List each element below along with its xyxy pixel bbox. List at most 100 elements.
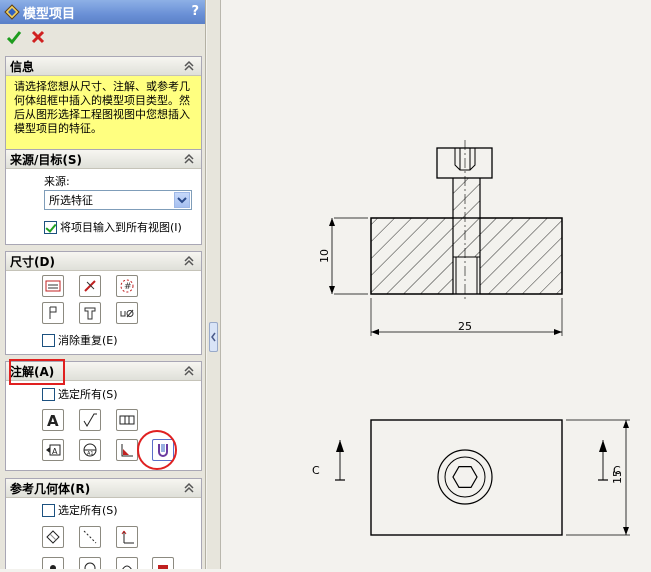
svg-text:A: A <box>52 447 58 456</box>
dimensions-section: 尺寸(D) # 消除重复(E) <box>5 251 202 355</box>
tolerance-icon <box>49 306 57 319</box>
point-button[interactable] <box>79 557 101 569</box>
marked-for-drawing-button[interactable] <box>42 275 64 297</box>
dimensions-section-title: 尺寸(D) <box>10 254 55 269</box>
curve-button[interactable] <box>116 557 138 569</box>
collapse-chevron-icon[interactable] <box>182 364 196 378</box>
annotations-section-header[interactable]: 注解(A) <box>6 362 201 381</box>
cosmetic-thread-icon <box>158 444 168 457</box>
remove-duplicates-label: 消除重复(E) <box>58 334 118 347</box>
hole-wizard-profile-button[interactable] <box>79 302 101 324</box>
source-dropdown-value: 所选特征 <box>49 194 93 207</box>
annotations-section-title: 注解(A) <box>10 364 55 379</box>
reference-plane-button[interactable] <box>42 526 64 548</box>
source-label: 来源: <box>44 175 70 188</box>
cosmetic-thread-button[interactable] <box>152 439 174 461</box>
axis-icon <box>83 530 97 544</box>
section-view[interactable] <box>370 140 563 300</box>
reference-select-all-label: 选定所有(S) <box>58 504 118 517</box>
source-section-title: 来源/目标(S) <box>10 152 82 167</box>
hole-callout-button[interactable] <box>116 302 138 324</box>
reference-section-header[interactable]: 参考几何体(R) <box>6 479 201 498</box>
splitter-handle[interactable] <box>209 322 218 352</box>
hole-callout-icon <box>120 309 134 318</box>
source-section-header[interactable]: 来源/目标(S) <box>6 150 201 169</box>
collapse-chevron-icon[interactable] <box>182 254 196 268</box>
curve-icon <box>122 565 132 569</box>
reference-axis-button[interactable] <box>79 526 101 548</box>
collapse-chevron-icon[interactable] <box>182 152 196 166</box>
note-a-icon: A <box>47 412 59 428</box>
info-text: 请选择您想从尺寸、注解、或参考几何体组框中插入的模型项目类型。然后从图形选择工程… <box>6 76 201 153</box>
info-section-title: 信息 <box>10 59 35 74</box>
geometric-tolerance-button[interactable] <box>116 409 138 431</box>
panel-splitter[interactable] <box>207 0 221 569</box>
coordinate-system-button[interactable] <box>116 526 138 548</box>
info-section: 信息 请选择您想从尺寸、注解、或参考几何体组框中插入的模型项目类型。然后从图形选… <box>5 56 202 155</box>
datum-feature-icon: A <box>46 444 61 456</box>
dimension-side-label: 15 <box>611 470 624 484</box>
note-button[interactable]: A <box>42 409 64 431</box>
svg-text:A1: A1 <box>87 451 94 457</box>
dimension-height-label: 10 <box>318 249 331 263</box>
instance-count-icon: # <box>120 279 134 293</box>
collapse-chevron-icon[interactable] <box>182 59 196 73</box>
remove-duplicates-checkbox[interactable] <box>42 333 55 347</box>
panel-title: 模型项目 <box>23 6 76 22</box>
ok-cancel-bar <box>0 24 205 50</box>
not-marked-button[interactable] <box>79 275 101 297</box>
point-icon <box>84 562 96 569</box>
annotations-select-all-option[interactable]: 选定所有(S) <box>42 386 118 402</box>
import-all-views-label: 将项目输入到所有视图(I) <box>60 221 182 234</box>
surface-finish-button[interactable] <box>79 409 101 431</box>
datum-feature-button[interactable]: A <box>42 439 64 461</box>
annotations-section: 注解(A) 选定所有(S) A A A1 <box>5 361 202 471</box>
help-button[interactable]: ? <box>191 4 199 19</box>
dimension-width[interactable]: 25 <box>370 298 563 336</box>
drawing-sheet: 10 25 C C 15 <box>312 140 630 536</box>
route-point-icon <box>158 565 168 569</box>
dimension-side[interactable]: 15 <box>566 419 630 536</box>
coordinate-system-icon <box>121 530 134 544</box>
source-target-section: 来源/目标(S) 来源: 所选特征 将项目输入到所有视图(I) <box>5 149 202 245</box>
annotations-select-all-checkbox[interactable] <box>42 387 55 401</box>
marked-dimension-icon <box>45 280 61 292</box>
tolerance-dimension-button[interactable] <box>42 302 64 324</box>
source-dropdown[interactable]: 所选特征 <box>44 190 192 210</box>
reference-select-all-option[interactable]: 选定所有(S) <box>42 502 118 518</box>
instance-count-button[interactable]: # <box>116 275 138 297</box>
import-all-views-option[interactable]: 将项目输入到所有视图(I) <box>44 219 182 235</box>
svg-text:A: A <box>47 412 59 428</box>
reference-geometry-section: 参考几何体(R) 选定所有(S) <box>5 478 202 569</box>
weld-symbol-button[interactable] <box>116 439 138 461</box>
annotations-select-all-label: 选定所有(S) <box>58 388 118 401</box>
surface-finish-icon <box>83 413 97 427</box>
import-all-views-checkbox[interactable] <box>44 220 57 234</box>
drawing-canvas[interactable]: 10 25 C C 15 <box>222 0 651 569</box>
panel-title-bar: 模型项目 ? <box>0 0 205 24</box>
svg-text:#: # <box>124 282 132 292</box>
section-line-left[interactable]: C <box>312 440 345 481</box>
origin-icon <box>50 565 56 569</box>
datum-target-button[interactable]: A1 <box>79 439 101 461</box>
datum-target-icon: A1 <box>83 443 97 457</box>
info-section-header[interactable]: 信息 <box>6 57 201 76</box>
reference-select-all-checkbox[interactable] <box>42 503 55 517</box>
property-manager-panel: 模型项目 ? 信息 请选择您想从尺寸、注解、或参考几何体组框中插入的模型项目类型… <box>0 0 206 569</box>
chevron-down-icon[interactable] <box>174 192 190 208</box>
dimension-height[interactable]: 10 <box>318 217 368 295</box>
plane-icon <box>46 530 60 544</box>
remove-duplicates-option[interactable]: 消除重复(E) <box>42 332 118 348</box>
cancel-x-icon[interactable] <box>30 29 46 45</box>
hole-profile-icon <box>84 307 96 320</box>
route-point-button[interactable] <box>152 557 174 569</box>
collapse-chevron-icon[interactable] <box>182 481 196 495</box>
ok-check-icon[interactable] <box>6 29 22 45</box>
dimensions-section-header[interactable]: 尺寸(D) <box>6 252 201 271</box>
section-label-left: C <box>312 464 320 477</box>
dimension-width-label: 25 <box>458 320 472 333</box>
reference-section-title: 参考几何体(R) <box>10 481 91 496</box>
model-items-icon <box>4 4 20 20</box>
top-view[interactable] <box>370 419 563 536</box>
origin-button[interactable] <box>42 557 64 569</box>
